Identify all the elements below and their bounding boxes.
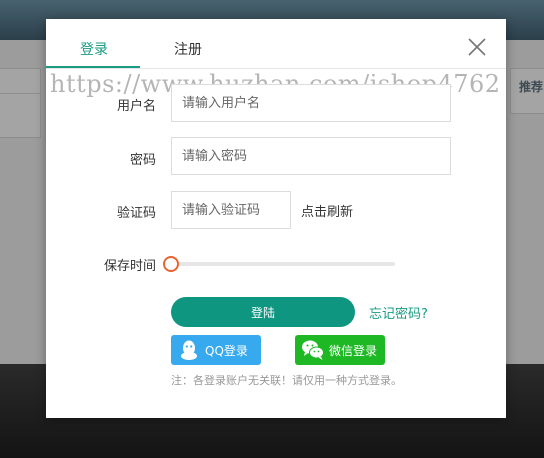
modal-tabs: 登录 注册 [46, 19, 506, 69]
login-button[interactable]: 登陆 [171, 297, 355, 327]
tab-login[interactable]: 登录 [80, 39, 108, 59]
background-recommend-tab: 推荐 [519, 80, 544, 94]
active-tab-indicator [46, 66, 140, 68]
login-note: 注：各登录账户无关联！请仅用一种方式登录。 [171, 374, 402, 387]
wechat-login-button[interactable]: 微信登录 [295, 335, 385, 365]
keep-time-label: 保存时间 [103, 259, 156, 274]
captcha-input[interactable] [171, 191, 291, 229]
username-label: 用户名 [116, 99, 156, 114]
keep-time-slider-handle[interactable] [163, 256, 179, 272]
login-modal: 登录 注册 https://www.huzhan.com/ishop4762 用… [46, 19, 506, 418]
background-right-panel: 推荐 [510, 68, 544, 114]
forgot-password-link[interactable]: 忘记密码? [369, 303, 428, 322]
qq-login-button[interactable]: QQ登录 [171, 335, 261, 365]
wechat-login-label: 微信登录 [329, 343, 378, 358]
password-input[interactable] [171, 137, 451, 175]
login-button-label: 登陆 [250, 305, 275, 320]
wechat-icon [302, 340, 324, 360]
close-icon [468, 38, 486, 56]
tab-register[interactable]: 注册 [174, 39, 202, 59]
captcha-refresh-link[interactable]: 点击刷新 [301, 201, 353, 220]
qq-penguin-icon [181, 340, 197, 360]
password-label: 密码 [129, 153, 156, 168]
keep-time-slider-track[interactable] [171, 262, 395, 266]
qq-login-label: QQ登录 [205, 343, 248, 358]
background-left-panel [0, 68, 41, 138]
captcha-label: 验证码 [116, 206, 156, 221]
username-input[interactable] [171, 84, 451, 122]
close-button[interactable] [466, 36, 488, 58]
